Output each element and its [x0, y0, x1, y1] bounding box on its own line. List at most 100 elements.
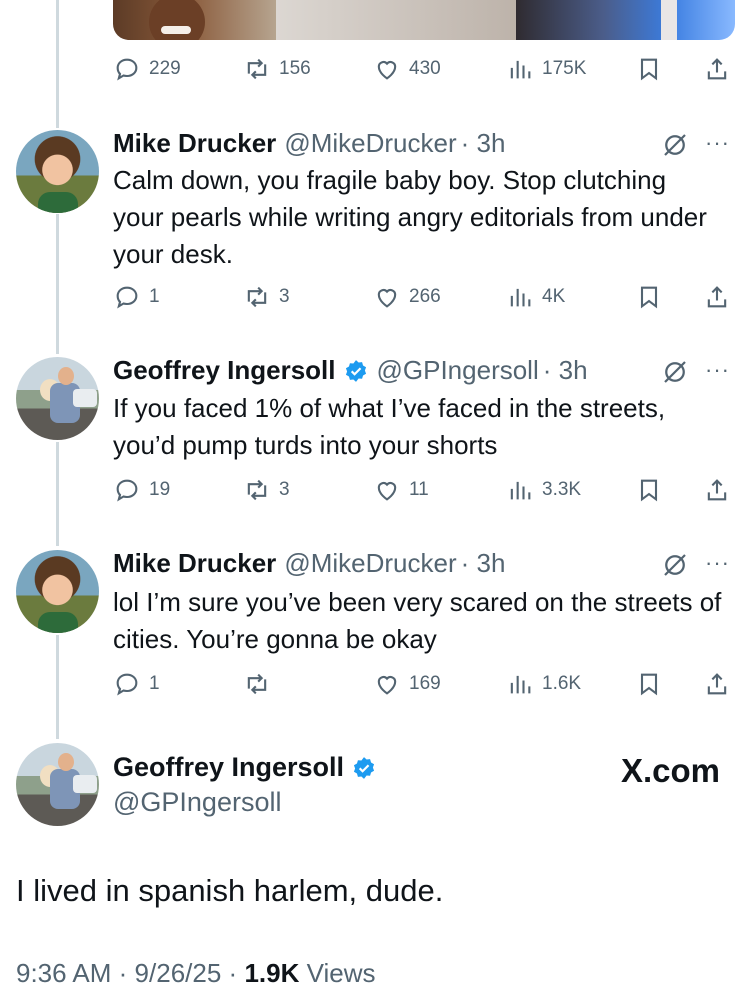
like-icon	[373, 476, 401, 504]
like-count: 266	[409, 286, 441, 307]
avatar[interactable]	[16, 357, 99, 440]
views-icon	[506, 55, 534, 83]
repost-count: 3	[279, 286, 290, 307]
reply-button[interactable]: 229	[113, 55, 181, 83]
views-count: 1.6K	[542, 673, 582, 694]
author-name[interactable]: Mike Drucker	[113, 128, 276, 159]
author-name[interactable]: Geoffrey Ingersoll	[113, 355, 336, 386]
reply-icon	[113, 55, 141, 83]
bookmark-icon	[635, 670, 663, 698]
share-icon	[703, 55, 731, 83]
post-time[interactable]: · 3h	[461, 548, 506, 579]
verified-badge-icon	[351, 755, 377, 781]
bookmark-icon	[635, 55, 663, 83]
post-time[interactable]: · 3h	[461, 128, 506, 159]
views-count: 4K	[542, 286, 566, 307]
post-media-strip[interactable]	[113, 0, 735, 40]
retweet-icon	[243, 476, 271, 504]
views-count: 175K	[542, 58, 587, 79]
reply-count: 1	[149, 286, 160, 307]
avatar[interactable]	[16, 743, 99, 826]
repost-button[interactable]	[243, 670, 279, 698]
author-handle[interactable]: @GPIngersoll	[377, 355, 539, 386]
verified-badge-icon	[343, 358, 369, 384]
post-date[interactable]: 9/26/25	[135, 958, 222, 988]
bookmark-button[interactable]	[635, 55, 663, 83]
views-button[interactable]: 3.3K	[506, 476, 581, 504]
bookmark-button[interactable]	[635, 283, 663, 311]
thread-line	[56, 635, 59, 739]
avatar[interactable]	[16, 550, 99, 633]
main-author-row: Geoffrey Ingersoll	[113, 752, 377, 783]
like-count: 430	[409, 58, 441, 79]
share-icon	[703, 670, 731, 698]
thread-line	[56, 214, 59, 354]
post-meta: 9:36 AM · 9/26/25 · 1.9K Views	[16, 958, 376, 988]
reply-button[interactable]: 1	[113, 670, 160, 698]
author-row: Mike Drucker @MikeDrucker · 3h	[113, 548, 505, 579]
post-actions: 1 3 266 4K	[113, 283, 733, 313]
post-actions: 229 156 430 175K	[113, 55, 733, 85]
reply-text: lol I’m sure you’ve been very scared on …	[113, 587, 722, 654]
share-button[interactable]	[703, 670, 731, 698]
share-button[interactable]	[703, 55, 731, 83]
views-button[interactable]: 4K	[506, 283, 565, 311]
post-actions: 1 169 1.6K	[113, 670, 733, 700]
author-row: Mike Drucker @MikeDrucker · 3h	[113, 128, 505, 159]
retweet-icon	[243, 670, 271, 698]
reply-count: 19	[149, 479, 171, 500]
more-icon[interactable]: ···	[705, 128, 735, 158]
post-time[interactable]: 9:36 AM	[16, 958, 111, 988]
share-button[interactable]	[703, 283, 731, 311]
repost-button[interactable]: 156	[243, 55, 311, 83]
reply-button[interactable]: 19	[113, 476, 170, 504]
repost-button[interactable]: 3	[243, 283, 290, 311]
bookmark-button[interactable]	[635, 476, 663, 504]
like-icon	[373, 670, 401, 698]
author-name[interactable]: Mike Drucker	[113, 548, 276, 579]
site-watermark: X.com	[620, 752, 720, 789]
more-icon[interactable]: ···	[705, 355, 735, 385]
reply-button[interactable]: 1	[113, 283, 160, 311]
share-button[interactable]	[703, 476, 731, 504]
views-label: Views	[306, 958, 376, 988]
views-count: 1.9K	[244, 958, 300, 988]
more-icon[interactable]: ···	[705, 548, 735, 578]
retweet-icon	[243, 55, 271, 83]
reply-count: 229	[149, 58, 181, 79]
like-icon	[373, 55, 401, 83]
media-image[interactable]	[516, 0, 735, 40]
repost-button[interactable]: 3	[243, 476, 290, 504]
bookmark-icon	[635, 476, 663, 504]
author-handle[interactable]: @MikeDrucker	[284, 548, 456, 579]
like-button[interactable]: 11	[373, 476, 429, 504]
repost-count: 3	[279, 479, 290, 500]
like-button[interactable]: 169	[373, 670, 441, 698]
author-handle[interactable]: @MikeDrucker	[284, 128, 456, 159]
share-icon	[703, 476, 731, 504]
views-button[interactable]: 1.6K	[506, 670, 581, 698]
author-handle[interactable]: @GPIngersoll	[113, 787, 281, 818]
views-count: 3.3K	[542, 479, 582, 500]
repost-count: 156	[279, 58, 311, 79]
like-count: 11	[409, 479, 429, 500]
author-name[interactable]: Geoffrey Ingersoll	[113, 752, 344, 783]
reply-icon	[113, 670, 141, 698]
views-button[interactable]: 175K	[506, 55, 586, 83]
views-icon	[506, 670, 534, 698]
bookmark-button[interactable]	[635, 670, 663, 698]
reply-icon	[113, 476, 141, 504]
post-text: I lived in spanish harlem, dude.	[16, 873, 444, 908]
avatar[interactable]	[16, 130, 99, 213]
like-button[interactable]: 430	[373, 55, 441, 83]
like-button[interactable]: 266	[373, 283, 441, 311]
media-image[interactable]	[276, 0, 516, 40]
like-icon	[373, 283, 401, 311]
muted-icon[interactable]	[660, 130, 690, 160]
muted-icon[interactable]	[660, 550, 690, 580]
reply-text: If you faced 1% of what I’ve faced in th…	[113, 393, 666, 460]
media-image[interactable]	[113, 0, 276, 40]
author-row: Geoffrey Ingersoll @GPIngersoll · 3h	[113, 355, 588, 386]
muted-icon[interactable]	[660, 357, 690, 387]
post-time[interactable]: · 3h	[543, 355, 588, 386]
